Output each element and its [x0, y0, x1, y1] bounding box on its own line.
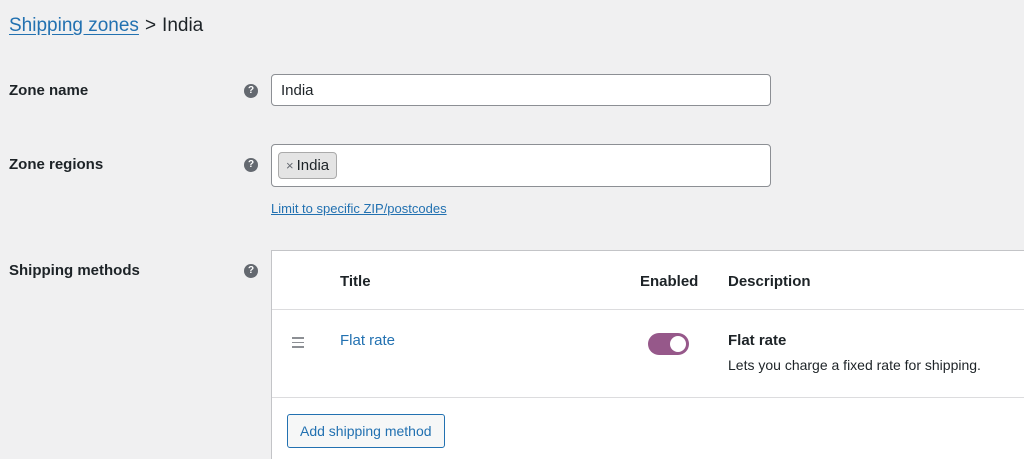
- method-description-title: Flat rate: [728, 332, 787, 349]
- column-header-title: Title: [340, 273, 371, 290]
- toggle-knob: [670, 336, 686, 352]
- method-enabled-toggle[interactable]: [648, 333, 689, 355]
- header-divider: [272, 309, 1024, 310]
- breadcrumb: Shipping zones > India: [9, 14, 203, 38]
- shipping-methods-help-icon[interactable]: ?: [244, 264, 258, 278]
- zone-regions-label: Zone regions: [9, 156, 104, 173]
- zone-name-label: Zone name: [9, 82, 89, 99]
- breadcrumb-current: India: [162, 15, 204, 36]
- breadcrumb-link-shipping-zones[interactable]: Shipping zones: [9, 15, 139, 36]
- breadcrumb-separator: >: [144, 15, 157, 36]
- region-chip-india: × India: [278, 152, 338, 179]
- zone-name-input[interactable]: [271, 74, 771, 106]
- column-header-enabled: Enabled: [640, 273, 699, 290]
- drag-handle-icon[interactable]: [292, 337, 304, 351]
- region-chip-remove-icon[interactable]: ×: [286, 158, 294, 173]
- method-description-text: Lets you charge a fixed rate for shippin…: [728, 357, 981, 373]
- zone-regions-help-icon[interactable]: ?: [244, 158, 258, 172]
- method-title-link[interactable]: Flat rate: [340, 332, 395, 349]
- row-divider: [272, 397, 1024, 398]
- column-header-description: Description: [728, 273, 811, 290]
- zone-regions-select[interactable]: × India: [271, 144, 771, 187]
- shipping-methods-label: Shipping methods: [9, 262, 140, 279]
- region-chip-label: India: [296, 157, 330, 174]
- zone-name-help-icon[interactable]: ?: [244, 84, 258, 98]
- shipping-zone-edit-page: Shipping zones>India Zone name ? Zone re…: [0, 0, 1024, 459]
- limit-postcodes-link[interactable]: Limit to specific ZIP/postcodes: [271, 201, 447, 216]
- add-shipping-method-button[interactable]: Add shipping method: [287, 414, 445, 448]
- shipping-methods-table: Title Enabled Description Flat rate Flat…: [271, 250, 1024, 459]
